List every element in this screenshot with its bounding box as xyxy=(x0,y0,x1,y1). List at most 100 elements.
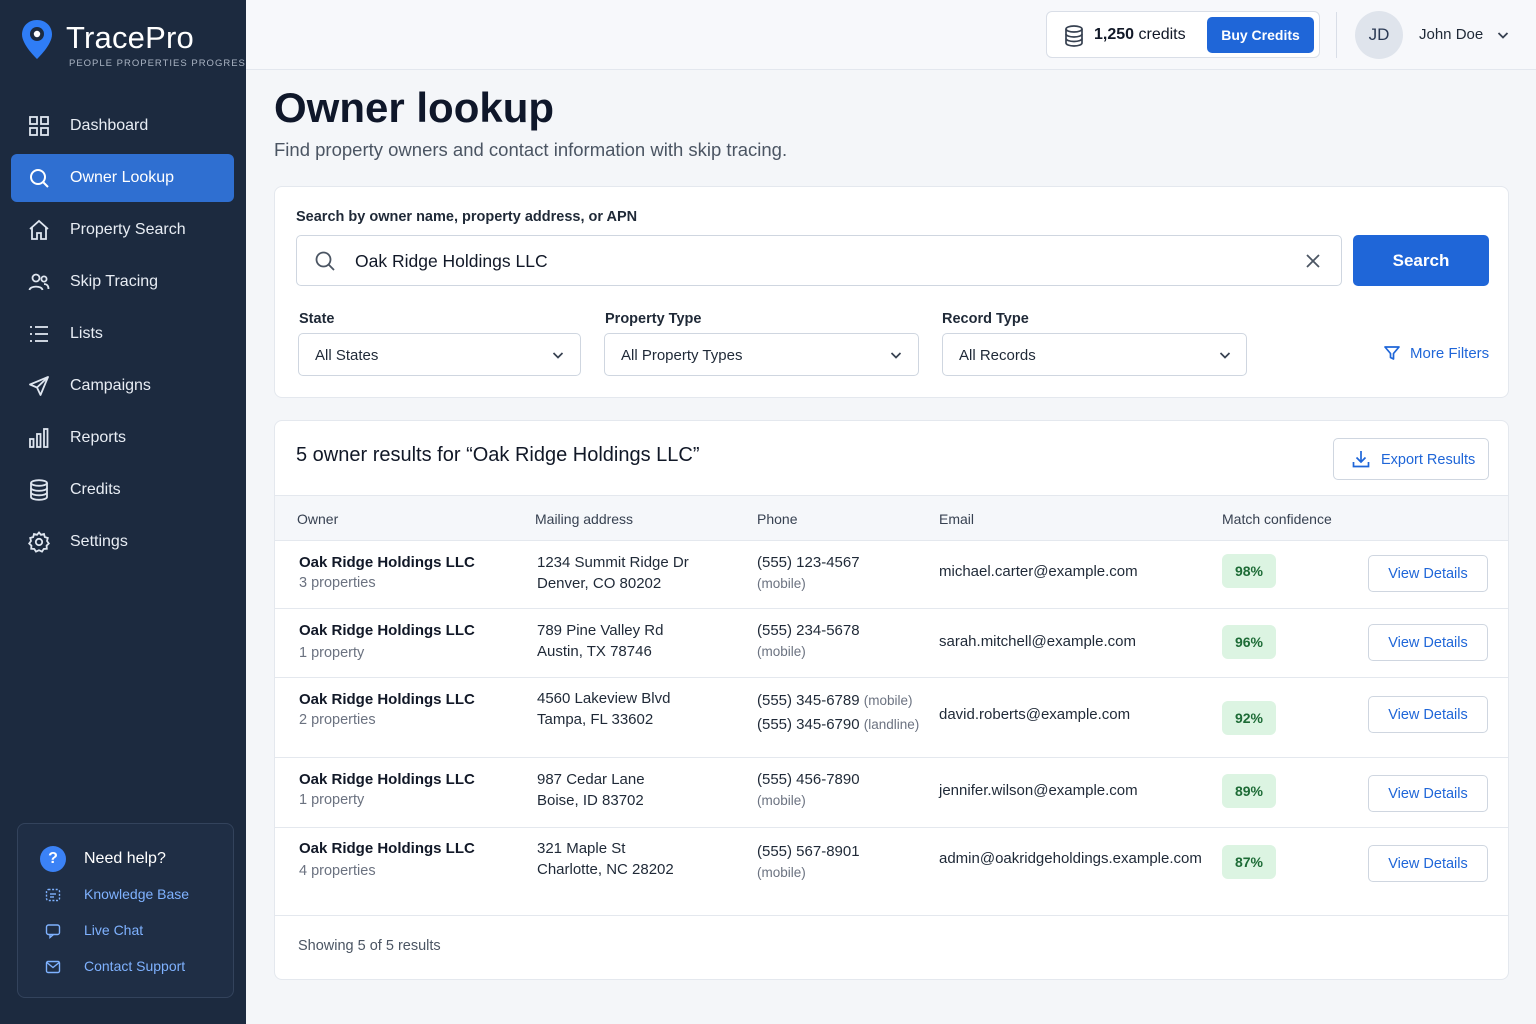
export-results-button[interactable]: Export Results xyxy=(1333,438,1489,480)
phone-cell: (555) 345-6789 (mobile) (555) 345-6790 (… xyxy=(757,689,919,737)
phone-number[interactable]: (555) 345-6789 xyxy=(757,692,860,709)
search-button[interactable]: Search xyxy=(1353,235,1489,286)
help-title: Need help? xyxy=(84,850,166,867)
more-filters-label: More Filters xyxy=(1410,344,1490,362)
column-header-match-confidence[interactable]: Match confidence xyxy=(1222,511,1332,527)
filter-label-property-type: Property Type xyxy=(605,311,702,327)
view-details-button[interactable]: View Details xyxy=(1368,696,1488,733)
owner-name[interactable]: Oak Ridge Holdings LLC xyxy=(299,689,475,710)
page-subtitle: Find property owners and contact informa… xyxy=(274,139,788,160)
view-details-button[interactable]: View Details xyxy=(1368,845,1488,882)
address-cell: 987 Cedar Lane Boise, ID 83702 xyxy=(537,769,645,811)
sidebar-nav: Dashboard Owner Lookup Property Search S… xyxy=(11,102,234,570)
address-line-1: 1234 Summit Ridge Dr xyxy=(537,554,689,571)
sidebar-item-label: Owner Lookup xyxy=(70,169,175,186)
property-count: 3 properties xyxy=(299,575,376,591)
phone-number[interactable]: (555) 234-5678 xyxy=(757,622,860,639)
phone-number[interactable]: (555) 567-8901 xyxy=(757,843,860,860)
column-header-mailing-address[interactable]: Mailing address xyxy=(535,511,633,527)
address-line-2: Tampa, FL 33602 xyxy=(537,711,654,728)
address-cell: 321 Maple St Charlotte, NC 28202 xyxy=(537,838,674,880)
property-type-select[interactable]: All Property Types xyxy=(604,333,919,376)
owner-name[interactable]: Oak Ridge Holdings LLC xyxy=(299,769,475,790)
phone-type: (mobile) xyxy=(757,644,806,659)
sidebar-item-label: Lists xyxy=(70,325,103,342)
state-select[interactable]: All States xyxy=(298,333,581,376)
phone-cell: (555) 234-5678 (mobile) xyxy=(757,620,860,662)
confidence-badge: 87% xyxy=(1222,845,1276,879)
avatar[interactable]: JD xyxy=(1355,11,1403,59)
sidebar-item-reports[interactable]: Reports xyxy=(11,414,234,462)
gear-icon xyxy=(28,531,50,553)
results-panel: 5 owner results for “Oak Ridge Holdings … xyxy=(274,420,1509,980)
sidebar-item-settings[interactable]: Settings xyxy=(11,518,234,566)
column-header-phone[interactable]: Phone xyxy=(757,511,797,527)
brand-logo[interactable]: TracePro PEOPLE PROPERTIES PROGRESS xyxy=(20,18,252,69)
close-icon[interactable] xyxy=(1302,250,1324,272)
email-cell[interactable]: admin@oakridgeholdings.example.com xyxy=(939,848,1202,869)
sidebar-item-lists[interactable]: Lists xyxy=(11,310,234,358)
email-cell[interactable]: michael.carter@example.com xyxy=(939,561,1138,582)
knowledge-base-icon xyxy=(45,888,61,902)
phone-number[interactable]: (555) 345-6790 xyxy=(757,716,860,733)
table-header: Owner Mailing address Phone Email Match … xyxy=(275,495,1508,541)
more-filters-button[interactable]: More Filters xyxy=(1383,344,1489,362)
phone-cell: (555) 567-8901 (mobile) xyxy=(757,841,860,883)
help-link-live-chat[interactable]: Live Chat xyxy=(84,922,143,938)
owner-name[interactable]: Oak Ridge Holdings LLC xyxy=(299,552,475,573)
sidebar-item-label: Credits xyxy=(70,481,121,498)
search-input[interactable]: Oak Ridge Holdings LLC xyxy=(296,235,1342,286)
home-icon xyxy=(29,219,49,240)
owner-cell: Oak Ridge Holdings LLC 1 property xyxy=(299,620,475,664)
chevron-down-icon[interactable] xyxy=(1496,28,1510,42)
email-cell[interactable]: david.roberts@example.com xyxy=(939,704,1130,725)
sidebar-item-property-search[interactable]: Property Search xyxy=(11,206,234,254)
credits-balance: 1,250 credits xyxy=(1094,26,1186,44)
filter-icon xyxy=(1384,346,1400,360)
grid-icon xyxy=(29,116,49,136)
column-header-owner[interactable]: Owner xyxy=(297,511,338,527)
help-panel: ? Need help? Knowledge Base Live Chat Co… xyxy=(17,823,234,998)
sidebar-item-dashboard[interactable]: Dashboard xyxy=(11,102,234,150)
search-input-value[interactable]: Oak Ridge Holdings LLC xyxy=(355,251,548,272)
chat-icon xyxy=(45,924,61,940)
buy-credits-button[interactable]: Buy Credits xyxy=(1207,17,1314,53)
property-count: 4 properties xyxy=(299,863,376,879)
address-line-1: 4560 Lakeview Blvd xyxy=(537,690,671,707)
record-type-select[interactable]: All Records xyxy=(942,333,1247,376)
owner-cell: Oak Ridge Holdings LLC 2 properties xyxy=(299,689,475,731)
sidebar-item-campaigns[interactable]: Campaigns xyxy=(11,362,234,410)
column-header-email[interactable]: Email xyxy=(939,511,974,527)
page-title: Owner lookup xyxy=(274,84,555,131)
confidence-badge: 96% xyxy=(1222,625,1276,659)
phone-type: (landline) xyxy=(863,717,920,732)
help-link-contact-support[interactable]: Contact Support xyxy=(84,958,185,974)
sidebar-item-credits[interactable]: Credits xyxy=(11,466,234,514)
sidebar-item-owner-lookup[interactable]: Owner Lookup xyxy=(11,154,234,202)
address-cell: 4560 Lakeview Blvd Tampa, FL 33602 xyxy=(537,688,670,730)
help-link-knowledge-base[interactable]: Knowledge Base xyxy=(84,886,189,902)
phone-number[interactable]: (555) 456-7890 xyxy=(757,771,860,788)
state-select-value: All States xyxy=(315,347,379,364)
view-details-button[interactable]: View Details xyxy=(1368,775,1488,812)
email-cell[interactable]: jennifer.wilson@example.com xyxy=(939,780,1138,801)
phone-number[interactable]: (555) 123-4567 xyxy=(757,554,860,571)
users-icon xyxy=(28,273,50,291)
owner-cell: Oak Ridge Holdings LLC 1 property xyxy=(299,769,475,811)
mail-icon xyxy=(45,960,61,974)
export-results-label: Export Results xyxy=(1381,452,1476,468)
user-name[interactable]: John Doe xyxy=(1419,26,1483,43)
address-cell: 789 Pine Valley Rd Austin, TX 78746 xyxy=(537,620,663,662)
phone-type: (mobile) xyxy=(757,865,806,880)
chevron-down-icon xyxy=(552,352,564,359)
owner-name[interactable]: Oak Ridge Holdings LLC xyxy=(299,620,475,641)
table-row: Oak Ridge Holdings LLC 3 properties 1234… xyxy=(275,541,1508,609)
email-cell[interactable]: sarah.mitchell@example.com xyxy=(939,631,1136,652)
owner-name[interactable]: Oak Ridge Holdings LLC xyxy=(299,838,475,859)
table-row: Oak Ridge Holdings LLC 4 properties 321 … xyxy=(275,828,1508,916)
sidebar-item-skip-tracing[interactable]: Skip Tracing xyxy=(11,258,234,306)
address-line-1: 987 Cedar Lane xyxy=(537,771,645,788)
property-count: 1 property xyxy=(299,792,365,808)
view-details-button[interactable]: View Details xyxy=(1368,555,1488,592)
view-details-button[interactable]: View Details xyxy=(1368,624,1488,661)
